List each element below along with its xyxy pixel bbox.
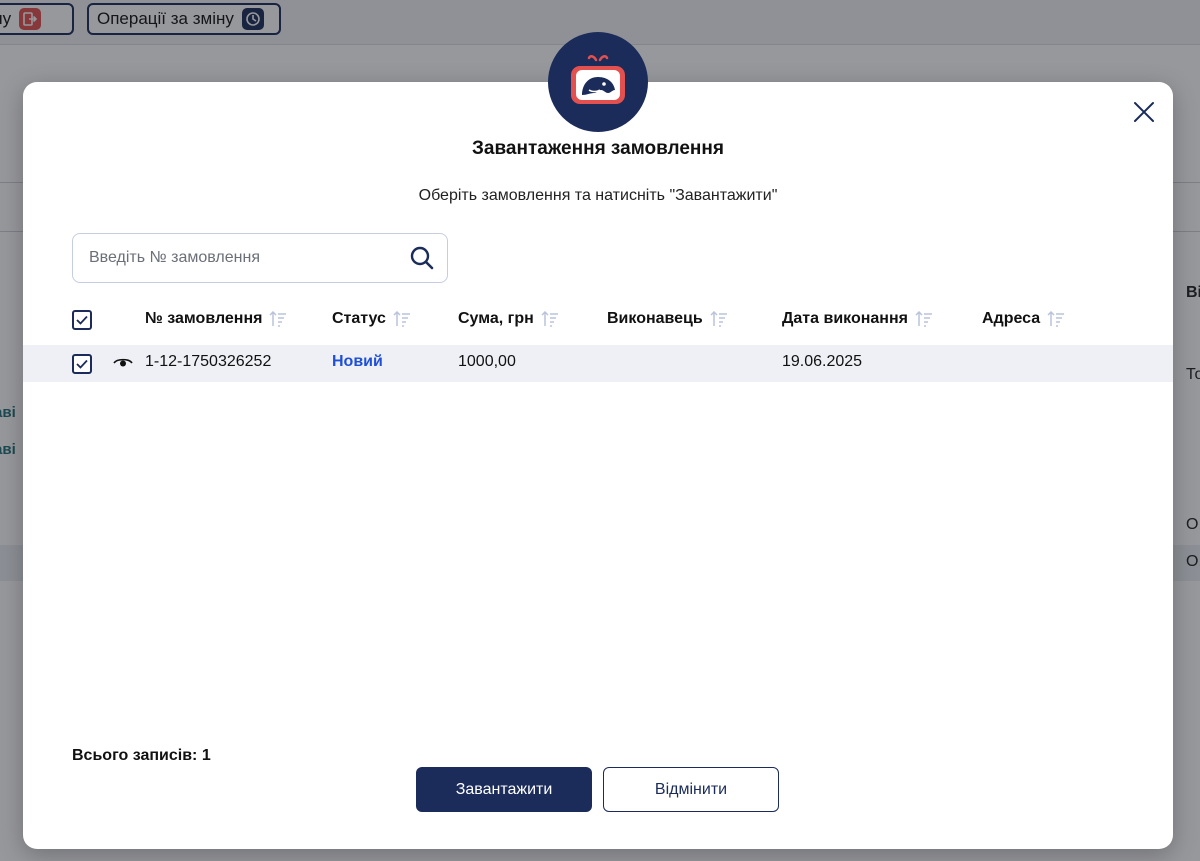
column-header-order-number[interactable]: № замовлення <box>145 309 288 329</box>
column-label: Статус <box>332 310 386 327</box>
column-header-sum[interactable]: Сума, грн <box>458 309 560 329</box>
cancel-button[interactable]: Відмінити <box>603 767 779 812</box>
column-header-performer[interactable]: Виконавець <box>607 309 729 329</box>
column-label: № замовлення <box>145 310 263 327</box>
eye-icon[interactable] <box>113 357 133 369</box>
search-button[interactable] <box>397 234 447 282</box>
cell-sum: 1000,00 <box>458 353 516 370</box>
close-modal-button[interactable] <box>1129 97 1159 127</box>
cell-status: Новий <box>332 353 383 370</box>
row-checkbox[interactable] <box>72 354 92 374</box>
select-all-checkbox[interactable] <box>72 310 92 330</box>
modal-title: Завантаження замовлення <box>472 138 724 159</box>
sort-icon[interactable] <box>392 309 412 329</box>
modal-subtitle: Оберіть замовлення та натисніть "Заванта… <box>418 187 778 204</box>
sort-icon[interactable] <box>268 309 288 329</box>
load-button[interactable]: Завантажити <box>416 767 592 812</box>
sort-icon[interactable] <box>914 309 934 329</box>
checkmark-icon <box>76 359 88 369</box>
total-records: Всього записів: 1 <box>72 747 211 764</box>
checkmark-icon <box>76 315 88 325</box>
order-search-box <box>72 233 448 283</box>
column-label: Сума, грн <box>458 310 534 327</box>
sort-icon[interactable] <box>540 309 560 329</box>
column-header-date[interactable]: Дата виконання <box>782 309 934 329</box>
cell-order-number: 1-12-1750326252 <box>145 353 272 370</box>
order-search-input[interactable] <box>73 234 397 282</box>
whale-logo-icon <box>571 55 625 104</box>
sort-icon[interactable] <box>709 309 729 329</box>
search-icon <box>410 246 434 270</box>
column-header-status[interactable]: Статус <box>332 309 412 329</box>
sort-icon[interactable] <box>1046 309 1066 329</box>
column-header-address[interactable]: Адреса <box>982 309 1066 329</box>
brand-logo <box>548 32 648 132</box>
column-label: Адреса <box>982 310 1041 327</box>
cell-date: 19.06.2025 <box>782 353 863 370</box>
column-label: Дата виконання <box>782 310 908 327</box>
close-icon <box>1134 102 1154 122</box>
column-label: Виконавець <box>607 310 703 327</box>
